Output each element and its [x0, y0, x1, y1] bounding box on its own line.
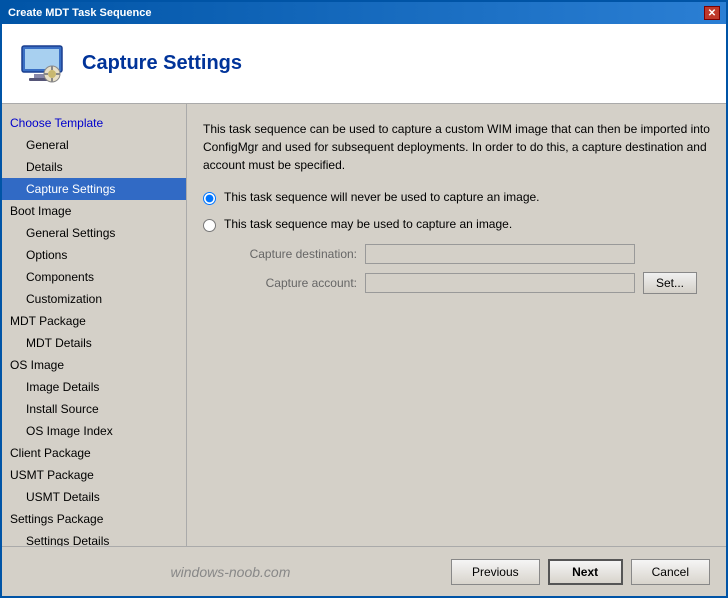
sidebar-item-capture-settings[interactable]: Capture Settings: [2, 178, 186, 200]
capture-destination-input[interactable]: [365, 244, 635, 264]
next-button[interactable]: Next: [548, 559, 623, 585]
main-panel: This task sequence can be used to captur…: [187, 104, 726, 546]
description-text: This task sequence can be used to captur…: [203, 120, 710, 174]
header-area: Capture Settings: [2, 24, 726, 104]
radio-never-label: This task sequence will never be used to…: [224, 190, 540, 204]
capture-account-input[interactable]: [365, 273, 635, 293]
previous-button[interactable]: Previous: [451, 559, 540, 585]
sidebar-item-mdt-details[interactable]: MDT Details: [2, 332, 186, 354]
sidebar-item-choose-template[interactable]: Choose Template: [2, 112, 186, 134]
sidebar-item-usmt-details[interactable]: USMT Details: [2, 486, 186, 508]
sidebar-item-usmt-package[interactable]: USMT Package: [2, 464, 186, 486]
radio-never-input[interactable]: [203, 192, 216, 205]
cancel-button[interactable]: Cancel: [631, 559, 710, 585]
title-bar: Create MDT Task Sequence ✕: [2, 2, 726, 24]
footer-watermark: windows-noob.com: [18, 564, 443, 580]
sidebar-item-image-details[interactable]: Image Details: [2, 376, 186, 398]
header-icon: [18, 40, 66, 88]
footer-area: windows-noob.com Previous Next Cancel: [2, 546, 726, 596]
capture-destination-label: Capture destination:: [227, 247, 357, 261]
sidebar-item-os-image-index[interactable]: OS Image Index: [2, 420, 186, 442]
capture-account-row: Capture account: Set...: [227, 272, 710, 294]
sidebar: Choose Template General Details Capture …: [2, 104, 187, 546]
sidebar-item-components[interactable]: Components: [2, 266, 186, 288]
capture-account-label: Capture account:: [227, 276, 357, 290]
main-window: Create MDT Task Sequence ✕ Capture Setti…: [0, 0, 728, 598]
radio-option-never: This task sequence will never be used to…: [203, 190, 710, 205]
sidebar-item-general[interactable]: General: [2, 134, 186, 156]
radio-may-label: This task sequence may be used to captur…: [224, 217, 512, 231]
radio-option-may: This task sequence may be used to captur…: [203, 217, 710, 232]
capture-fields: Capture destination: Capture account: Se…: [227, 244, 710, 294]
close-button[interactable]: ✕: [704, 6, 720, 20]
sidebar-item-mdt-package[interactable]: MDT Package: [2, 310, 186, 332]
window-title: Create MDT Task Sequence: [8, 7, 151, 19]
sidebar-item-settings-details[interactable]: Settings Details: [2, 530, 186, 546]
content-area: Choose Template General Details Capture …: [2, 104, 726, 546]
sidebar-item-settings-package[interactable]: Settings Package: [2, 508, 186, 530]
sidebar-item-boot-image[interactable]: Boot Image: [2, 200, 186, 222]
sidebar-item-customization[interactable]: Customization: [2, 288, 186, 310]
set-button[interactable]: Set...: [643, 272, 697, 294]
radio-may-input[interactable]: [203, 219, 216, 232]
sidebar-item-details[interactable]: Details: [2, 156, 186, 178]
page-title: Capture Settings: [82, 52, 242, 75]
sidebar-item-options[interactable]: Options: [2, 244, 186, 266]
radio-group: This task sequence will never be used to…: [203, 190, 710, 294]
capture-destination-row: Capture destination:: [227, 244, 710, 264]
sidebar-item-client-package[interactable]: Client Package: [2, 442, 186, 464]
sidebar-item-general-settings[interactable]: General Settings: [2, 222, 186, 244]
sidebar-item-install-source[interactable]: Install Source: [2, 398, 186, 420]
sidebar-item-os-image[interactable]: OS Image: [2, 354, 186, 376]
